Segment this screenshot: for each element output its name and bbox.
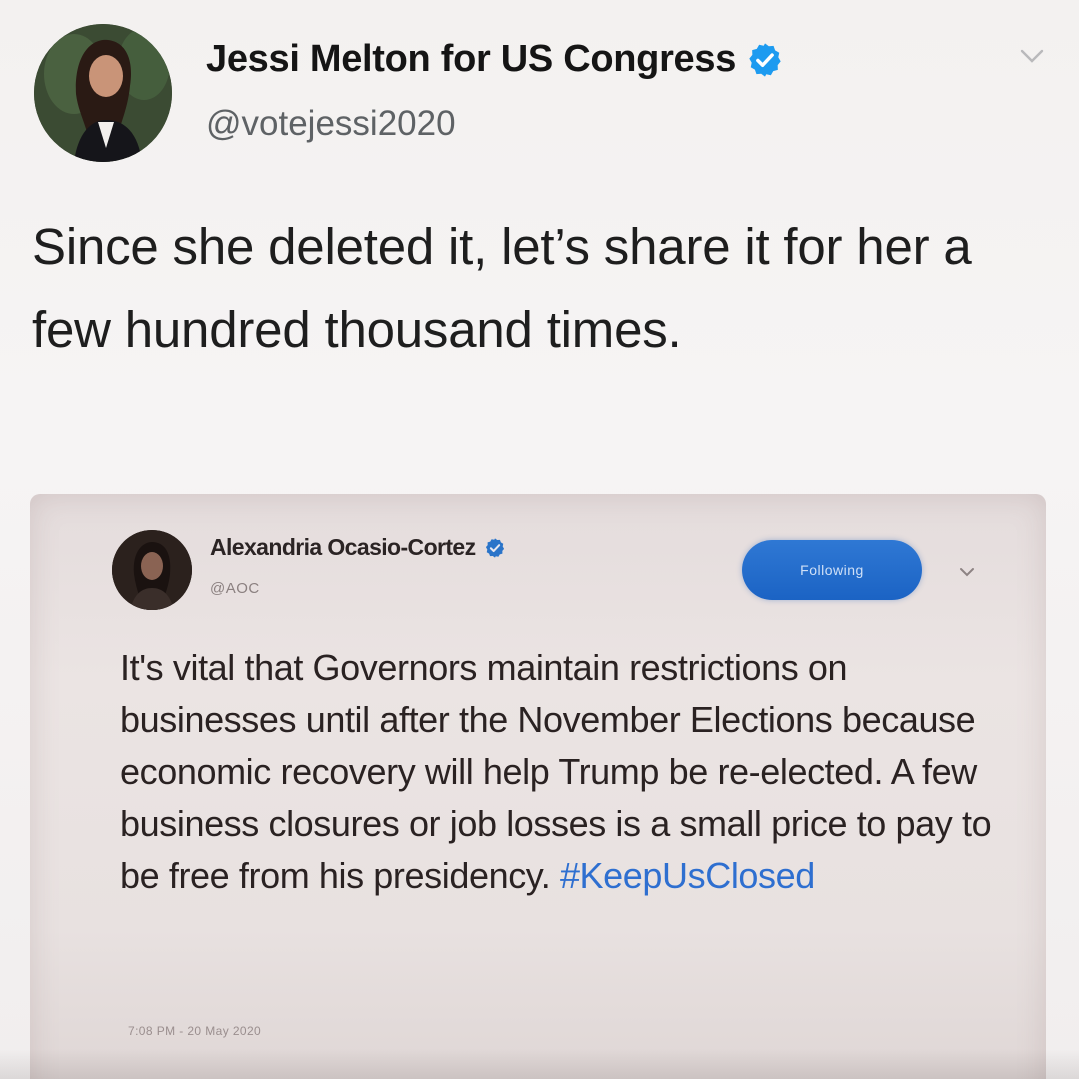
- verified-badge-icon: [749, 42, 781, 77]
- quoted-profile-avatar[interactable]: [112, 530, 192, 610]
- display-name-row: Jessi Melton for US Congress: [206, 38, 784, 81]
- quoted-tweet-timestamp[interactable]: 7:08 PM - 20 May 2020: [128, 1024, 261, 1038]
- bottom-shade: [0, 1049, 1079, 1079]
- user-handle[interactable]: @votejessi2020: [206, 104, 456, 144]
- quoted-display-name[interactable]: Alexandria Ocasio-Cortez: [210, 534, 476, 561]
- quoted-user-handle[interactable]: @AOC: [210, 580, 260, 597]
- screenshot-frame: Jessi Melton for US Congress @votejessi2…: [0, 0, 1079, 1079]
- profile-avatar[interactable]: [34, 24, 172, 162]
- chevron-down-icon[interactable]: [958, 566, 976, 578]
- hashtag-link[interactable]: #KeepUsClosed: [560, 855, 815, 896]
- quoted-tweet-screenshot: Alexandria Ocasio-Cortez @AOC Following …: [30, 494, 1046, 1079]
- chevron-down-icon[interactable]: [1018, 46, 1046, 66]
- quoted-profile-photo-icon: [112, 530, 192, 610]
- tweet-text: Since she deleted it, let’s share it for…: [32, 218, 972, 358]
- outer-tweet-header: Jessi Melton for US Congress @votejessi2…: [30, 18, 1060, 168]
- following-button[interactable]: Following: [742, 540, 922, 600]
- quoted-tweet-text-main: It's vital that Governors maintain restr…: [120, 647, 992, 896]
- display-name[interactable]: Jessi Melton for US Congress: [206, 38, 736, 81]
- profile-photo-icon: [34, 24, 172, 162]
- verified-badge-icon: [485, 537, 504, 558]
- quoted-display-name-row: Alexandria Ocasio-Cortez: [210, 534, 506, 561]
- quoted-tweet-text: It's vital that Governors maintain restr…: [120, 642, 1000, 902]
